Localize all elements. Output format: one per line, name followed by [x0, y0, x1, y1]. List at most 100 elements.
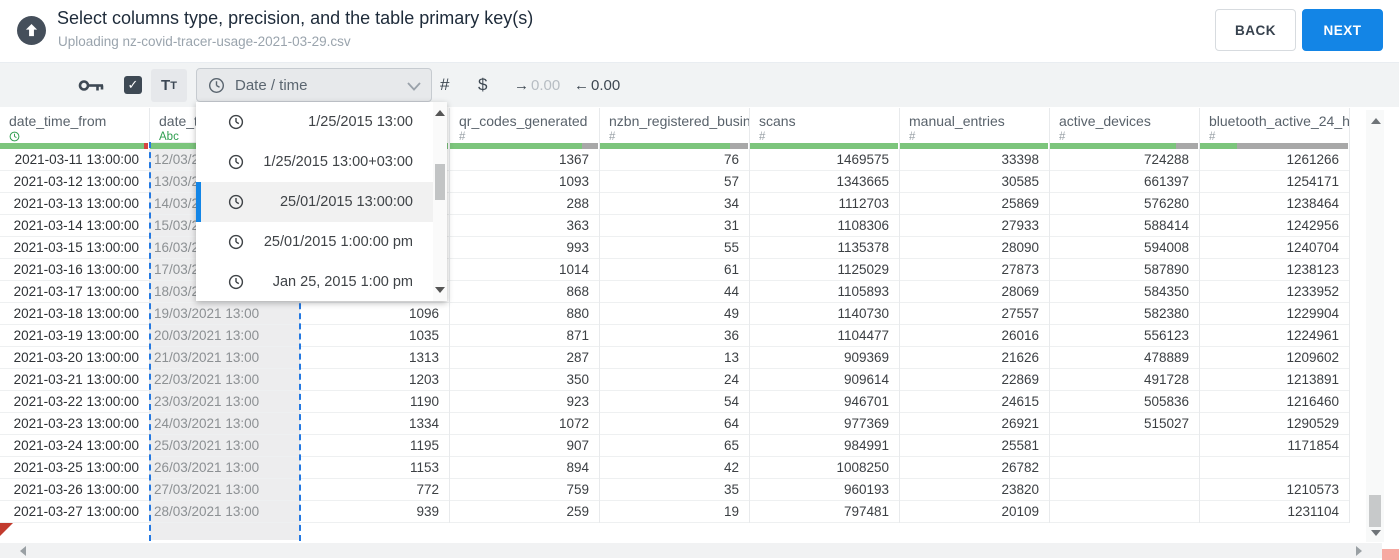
column-qr_codes_generated[interactable]: qr_codes_generated #1367 1093 288 363 993 1014…	[450, 108, 600, 523]
table-cell[interactable]: 20109	[900, 501, 1049, 523]
table-cell[interactable]: 909614	[750, 369, 899, 391]
table-cell[interactable]: 1171854	[1200, 435, 1349, 457]
table-cell[interactable]: 55	[600, 237, 749, 259]
table-cell[interactable]: 259	[450, 501, 599, 523]
table-cell[interactable]: 27933	[900, 215, 1049, 237]
column-scans[interactable]: scans #1469575 1343665 1112703 1108306 113537…	[750, 108, 900, 523]
table-cell[interactable]: 1231104	[1200, 501, 1349, 523]
table-cell[interactable]: 2021-03-24 13:00:00	[0, 435, 149, 457]
table-cell[interactable]: 1290529	[1200, 413, 1349, 435]
table-cell[interactable]: 2021-03-25 13:00:00	[0, 457, 149, 479]
table-cell[interactable]: 2021-03-19 13:00:00	[0, 325, 149, 347]
table-cell[interactable]: 1229904	[1200, 303, 1349, 325]
table-cell[interactable]: 26/03/2021 13:00	[150, 457, 299, 479]
dropdown-item[interactable]: 25/01/2015 1:00:00 pm	[196, 222, 447, 262]
table-cell[interactable]: 13	[600, 347, 749, 369]
scroll-down-icon[interactable]	[1371, 530, 1381, 536]
table-cell[interactable]: 27873	[900, 259, 1049, 281]
column-header[interactable]: scans	[759, 113, 796, 129]
table-cell[interactable]: 363	[450, 215, 599, 237]
table-cell[interactable]: 1254171	[1200, 171, 1349, 193]
table-cell[interactable]: 23/03/2021 13:00	[150, 391, 299, 413]
column-header[interactable]: manual_entries	[909, 113, 1005, 129]
primary-key-icon[interactable]	[78, 63, 104, 107]
table-cell[interactable]: 61	[600, 259, 749, 281]
table-cell[interactable]: 28/03/2021 13:00	[150, 501, 299, 523]
table-cell[interactable]: 1153	[300, 457, 449, 479]
table-cell[interactable]: 759	[450, 479, 599, 501]
table-cell[interactable]: 24/03/2021 13:00	[150, 413, 299, 435]
table-cell[interactable]: 1213891	[1200, 369, 1349, 391]
table-cell[interactable]: 576280	[1050, 193, 1199, 215]
table-cell[interactable]: 923	[450, 391, 599, 413]
table-cell[interactable]: 34	[600, 193, 749, 215]
table-cell[interactable]: 582380	[1050, 303, 1199, 325]
back-button[interactable]: BACK	[1215, 9, 1296, 51]
table-cell[interactable]: 42	[600, 457, 749, 479]
column-header[interactable]: qr_codes_generated	[459, 113, 587, 129]
column-date_time_from[interactable]: date_time_from 2021-03-11 13:00:00 2021-0…	[0, 108, 150, 523]
table-cell[interactable]: 1233952	[1200, 281, 1349, 303]
table-cell[interactable]: 28069	[900, 281, 1049, 303]
table-cell[interactable]: 1125029	[750, 259, 899, 281]
table-cell[interactable]: 26921	[900, 413, 1049, 435]
table-cell[interactable]: 772	[300, 479, 449, 501]
table-cell[interactable]: 21/03/2021 13:00	[150, 347, 299, 369]
table-cell[interactable]: 35	[600, 479, 749, 501]
table-cell[interactable]: 594008	[1050, 237, 1199, 259]
column-type-select[interactable]: Date / time	[196, 68, 432, 102]
table-cell[interactable]: 49	[600, 303, 749, 325]
dropdown-item[interactable]: 1/25/2015 13:00+03:00	[196, 142, 447, 182]
table-cell[interactable]: 23820	[900, 479, 1049, 501]
table-cell[interactable]: 1240704	[1200, 237, 1349, 259]
table-cell[interactable]: 1104477	[750, 325, 899, 347]
table-cell[interactable]: 984991	[750, 435, 899, 457]
table-cell[interactable]: 880	[450, 303, 599, 325]
table-cell[interactable]: 27/03/2021 13:00	[150, 479, 299, 501]
scroll-right-icon[interactable]	[1356, 546, 1362, 556]
table-cell[interactable]: 287	[450, 347, 599, 369]
table-cell[interactable]: 724288	[1050, 149, 1199, 171]
table-cell[interactable]: 76	[600, 149, 749, 171]
table-cell[interactable]: 24615	[900, 391, 1049, 413]
table-cell[interactable]: 894	[450, 457, 599, 479]
table-cell[interactable]: 2021-03-17 13:00:00	[0, 281, 149, 303]
table-cell[interactable]: 2021-03-22 13:00:00	[0, 391, 149, 413]
table-cell[interactable]: 31	[600, 215, 749, 237]
table-cell[interactable]: 2021-03-15 13:00:00	[0, 237, 149, 259]
table-cell[interactable]: 868	[450, 281, 599, 303]
table-cell[interactable]: 20/03/2021 13:00	[150, 325, 299, 347]
column-header[interactable]: active_devices	[1059, 113, 1151, 129]
table-cell[interactable]: 57	[600, 171, 749, 193]
table-cell[interactable]: 960193	[750, 479, 899, 501]
horizontal-scrollbar[interactable]	[0, 543, 1382, 558]
table-cell[interactable]: 1190	[300, 391, 449, 413]
table-cell[interactable]: 27557	[900, 303, 1049, 325]
dropdown-scrollbar-thumb[interactable]	[435, 164, 445, 200]
table-cell[interactable]: 1367	[450, 149, 599, 171]
column-active_devices[interactable]: active_devices #724288 661397 576280 588414 5…	[1050, 108, 1200, 523]
table-cell[interactable]: 1108306	[750, 215, 899, 237]
table-cell[interactable]: 587890	[1050, 259, 1199, 281]
table-cell[interactable]: 1334	[300, 413, 449, 435]
column-header[interactable]: date_time_from	[9, 113, 106, 129]
table-cell[interactable]: 2021-03-14 13:00:00	[0, 215, 149, 237]
scroll-up-icon[interactable]	[1371, 118, 1381, 124]
table-cell[interactable]: 28090	[900, 237, 1049, 259]
table-cell[interactable]: 1209602	[1200, 347, 1349, 369]
vertical-scrollbar[interactable]	[1366, 110, 1384, 542]
dropdown-scroll-up-icon[interactable]	[435, 110, 445, 116]
table-cell[interactable]: 25/03/2021 13:00	[150, 435, 299, 457]
table-cell[interactable]: 1224961	[1200, 325, 1349, 347]
table-cell[interactable]	[1050, 479, 1199, 501]
table-cell[interactable]: 33398	[900, 149, 1049, 171]
table-cell[interactable]: 478889	[1050, 347, 1199, 369]
table-cell[interactable]: 2021-03-16 13:00:00	[0, 259, 149, 281]
table-cell[interactable]: 1035	[300, 325, 449, 347]
decimal-increase-button[interactable]: → 0.00	[514, 63, 560, 107]
table-cell[interactable]: 2021-03-27 13:00:00	[0, 501, 149, 523]
table-cell[interactable]: 2021-03-18 13:00:00	[0, 303, 149, 325]
table-cell[interactable]: 25869	[900, 193, 1049, 215]
column-bluetooth_active_24_hr_[interactable]: bluetooth_active_24_hr_ #1261266 1254171 12…	[1200, 108, 1350, 523]
table-cell[interactable]: 30585	[900, 171, 1049, 193]
